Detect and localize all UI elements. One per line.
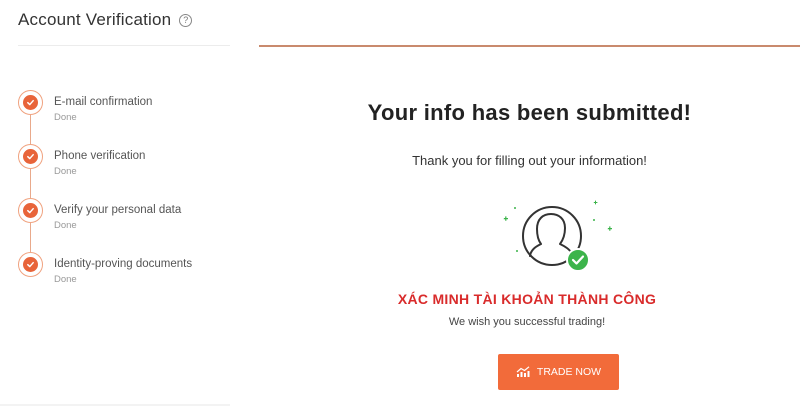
step-label: Identity-proving documents bbox=[54, 258, 193, 270]
verification-success-heading: XÁC MINH TÀI KHOẢN THÀNH CÔNG bbox=[397, 291, 657, 307]
step-phone-verification: Phone verification Done bbox=[18, 144, 248, 198]
step-email-confirmation: E-mail confirmation Done bbox=[18, 90, 248, 144]
step-label: Verify your personal data bbox=[54, 204, 182, 216]
step-identity-documents: Identity-proving documents Done bbox=[18, 252, 248, 306]
wish-message: We wish you successful trading! bbox=[448, 316, 606, 328]
verification-steps: E-mail confirmation Done Phone verificat… bbox=[18, 90, 248, 306]
trade-now-label: TRADE NOW bbox=[536, 366, 602, 378]
sidebar-bottom-divider bbox=[0, 404, 230, 406]
check-circle-icon bbox=[18, 198, 43, 223]
step-connector bbox=[30, 223, 31, 252]
content-top-divider bbox=[259, 45, 800, 47]
step-status: Done bbox=[54, 274, 77, 285]
step-label: E-mail confirmation bbox=[54, 96, 153, 108]
verification-header: Account Verification ? bbox=[18, 10, 193, 30]
help-icon[interactable]: ? bbox=[179, 13, 193, 27]
submission-title: Your info has been submitted! bbox=[367, 100, 692, 125]
sidebar-divider bbox=[18, 45, 230, 46]
check-circle-icon bbox=[18, 252, 43, 277]
step-status: Done bbox=[54, 220, 77, 231]
check-circle-icon bbox=[18, 144, 43, 169]
step-status: Done bbox=[54, 112, 77, 123]
trade-now-button[interactable]: TRADE NOW bbox=[498, 354, 619, 390]
step-label: Phone verification bbox=[54, 150, 146, 162]
page-title: Account Verification bbox=[18, 10, 172, 29]
check-circle-icon bbox=[18, 90, 43, 115]
thank-you-message: Thank you for filling out your informati… bbox=[412, 153, 647, 168]
step-connector bbox=[30, 169, 31, 198]
verified-user-icon bbox=[503, 200, 612, 272]
trend-chart-icon bbox=[516, 366, 530, 377]
check-badge-icon bbox=[566, 248, 590, 272]
step-status: Done bbox=[54, 166, 77, 177]
step-personal-data: Verify your personal data Done bbox=[18, 198, 248, 252]
step-connector bbox=[30, 115, 31, 144]
